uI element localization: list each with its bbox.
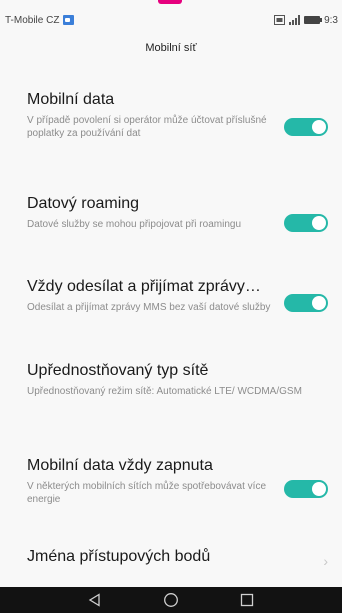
setting-mobile-data[interactable]: Mobilní data V případě povolení si operá… (0, 76, 342, 180)
always-mms-toggle[interactable] (284, 294, 328, 312)
setting-title: Upřednostňovaný typ sítě (27, 362, 209, 379)
home-icon[interactable] (161, 590, 181, 610)
status-bar: T-Mobile CZ 9:3 (0, 8, 342, 32)
setting-subtitle: Odesílat a přijímat zprávy MMS bez vaší … (27, 302, 271, 313)
setting-title: Jména přístupových bodů (27, 548, 211, 565)
settings-list: Mobilní data V případě povolení si operá… (0, 76, 342, 583)
setting-preferred-network-type[interactable]: Upřednostňovaný typ sítě Upřednostňovaný… (0, 347, 342, 442)
mobile-data-toggle[interactable] (284, 118, 328, 136)
page-title: Mobilní síť (145, 42, 197, 54)
signal-icon (289, 15, 301, 25)
data-transfer-icon (274, 15, 286, 25)
back-icon[interactable] (85, 590, 105, 610)
setting-subtitle: V některých mobilních sítích může spotře… (27, 481, 266, 505)
mobile-data-always-on-toggle[interactable] (284, 480, 328, 498)
carrier-label: T-Mobile CZ (5, 14, 60, 26)
setting-title: Mobilní data (27, 91, 115, 108)
setting-mobile-data-always-on[interactable]: Mobilní data vždy zapnuta V některých mo… (0, 442, 342, 525)
setting-title: Vždy odesílat a přijímat zprávy… (27, 278, 261, 295)
setting-title: Mobilní data vždy zapnuta (27, 457, 213, 474)
setting-always-mms[interactable]: Vždy odesílat a přijímat zprávy… Odesíla… (0, 263, 342, 347)
top-indicator (158, 0, 182, 4)
setting-access-point-names[interactable]: Jména přístupových bodů › (0, 525, 342, 583)
status-right: 9:3 (274, 15, 338, 26)
setting-subtitle: Datové služby se mohou připojovat při ro… (27, 219, 241, 230)
setting-subtitle: V případě povolení si operátor může účto… (27, 115, 267, 139)
navigation-bar (0, 587, 342, 613)
chevron-right-icon: › (323, 553, 328, 569)
recents-icon[interactable] (237, 590, 257, 610)
image-notification-icon (63, 15, 75, 25)
setting-title: Datový roaming (27, 195, 140, 212)
status-left: T-Mobile CZ (5, 14, 75, 26)
setting-subtitle: Upřednostňovaný režim sítě: Automatické … (27, 386, 302, 397)
clock: 9:3 (324, 14, 338, 26)
battery-icon (304, 16, 323, 24)
data-roaming-toggle[interactable] (284, 214, 328, 232)
setting-data-roaming[interactable]: Datový roaming Datové služby se mohou př… (0, 180, 342, 263)
